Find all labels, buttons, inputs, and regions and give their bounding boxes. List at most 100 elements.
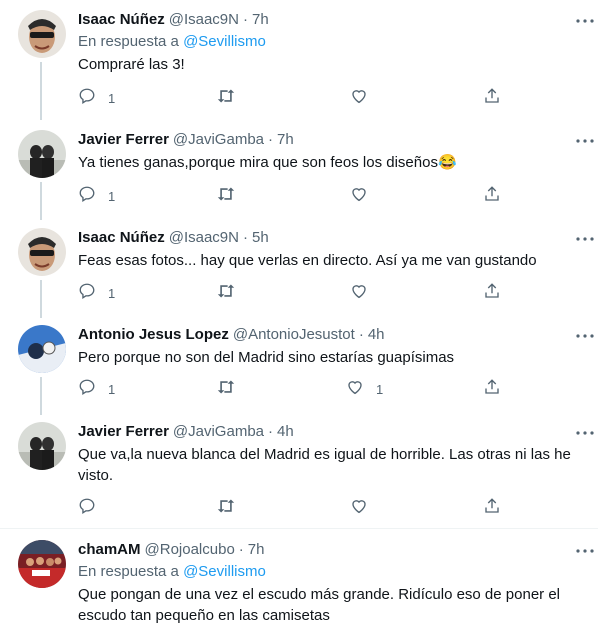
more-icon[interactable] xyxy=(576,132,594,150)
reply-context-label: En respuesta a xyxy=(78,33,184,50)
share-icon xyxy=(483,87,501,110)
like-button[interactable] xyxy=(350,88,380,108)
like-icon xyxy=(350,185,368,208)
reply-icon xyxy=(78,497,96,520)
reply-context: En respuesta a @Sevillismo xyxy=(78,32,584,52)
reply-button[interactable]: 1 xyxy=(78,88,115,108)
retweet-button[interactable] xyxy=(216,88,236,108)
action-bar xyxy=(78,497,518,520)
timestamp[interactable]: 7h xyxy=(252,10,269,30)
divider xyxy=(0,528,598,529)
reply-icon xyxy=(78,378,96,401)
action-bar: 1 xyxy=(78,87,518,110)
more-icon[interactable] xyxy=(576,327,594,345)
avatar[interactable] xyxy=(18,540,66,588)
share-button[interactable] xyxy=(483,378,501,401)
author-name[interactable]: Antonio Jesus Lopez xyxy=(78,325,229,345)
avatar[interactable] xyxy=(18,325,66,373)
separator-dot: · xyxy=(268,423,273,440)
avatar[interactable] xyxy=(18,10,66,58)
author-name[interactable]: Isaac Núñez xyxy=(78,10,165,30)
tweet[interactable]: Javier Ferrer @JaviGamba · 4h Que va,la … xyxy=(0,422,598,522)
tweet[interactable]: Antonio Jesus Lopez @AntonioJesustot · 4… xyxy=(0,325,598,410)
avatar[interactable] xyxy=(18,422,66,470)
reply-mention-link[interactable]: @Sevillismo xyxy=(183,33,266,50)
share-button[interactable] xyxy=(483,185,501,208)
author-handle[interactable]: @JaviGamba xyxy=(173,422,264,442)
reply-icon xyxy=(78,185,96,208)
more-icon[interactable] xyxy=(576,424,594,442)
author-name[interactable]: Javier Ferrer xyxy=(78,422,169,442)
action-bar: 1 xyxy=(78,185,518,208)
tweet-text: Que va,la nueva blanca del Madrid es igu… xyxy=(78,446,571,484)
more-icon[interactable] xyxy=(576,542,594,560)
author-handle[interactable]: @AntonioJesustot xyxy=(233,325,355,345)
author-handle[interactable]: @Isaac9N xyxy=(169,228,239,248)
share-icon xyxy=(483,378,501,401)
avatar[interactable] xyxy=(18,130,66,178)
reply-button[interactable]: 1 xyxy=(78,186,115,206)
reply-context: En respuesta a @Sevillismo xyxy=(78,562,584,582)
retweet-button[interactable] xyxy=(216,186,236,206)
timestamp[interactable]: 5h xyxy=(252,228,269,248)
timestamp[interactable]: 4h xyxy=(368,325,385,345)
tweet[interactable]: Javier Ferrer @JaviGamba · 7h Ya tienes … xyxy=(0,130,598,215)
share-button[interactable] xyxy=(483,87,501,110)
retweet-button[interactable] xyxy=(216,379,236,399)
like-icon xyxy=(350,497,368,520)
tweet-text: Compraré las 3! xyxy=(78,56,185,73)
separator-dot: · xyxy=(242,229,248,246)
reply-count: 1 xyxy=(108,381,116,397)
share-icon xyxy=(483,282,501,305)
reply-context-label: En respuesta a xyxy=(78,563,184,580)
share-icon xyxy=(483,497,501,520)
timestamp[interactable]: 7h xyxy=(277,130,294,150)
like-button[interactable]: 1 xyxy=(346,379,383,399)
like-button[interactable] xyxy=(350,186,380,206)
author-handle[interactable]: @Isaac9N xyxy=(169,10,239,30)
tweet-text: Feas esas fotos... hay que verlas en dir… xyxy=(78,252,537,269)
more-icon[interactable] xyxy=(576,12,594,30)
tweet-text: Pero porque no son del Madrid sino estar… xyxy=(78,349,455,366)
like-button[interactable] xyxy=(350,283,380,303)
action-bar: 1 xyxy=(78,282,518,305)
like-button[interactable] xyxy=(350,498,380,518)
share-icon xyxy=(483,185,501,208)
retweet-icon xyxy=(216,497,236,520)
reply-icon xyxy=(78,282,96,305)
separator-dot: · xyxy=(238,541,244,558)
reply-count: 1 xyxy=(108,285,116,301)
timestamp[interactable]: 7h xyxy=(248,540,265,560)
reply-icon xyxy=(78,87,96,110)
separator-dot: · xyxy=(268,131,273,148)
more-icon[interactable] xyxy=(576,230,594,248)
retweet-button[interactable] xyxy=(216,498,236,518)
avatar[interactable] xyxy=(18,228,66,276)
tweet[interactable]: chamAM @Rojoalcubo · 7h En respuesta a @… xyxy=(0,540,598,637)
author-name[interactable]: Javier Ferrer xyxy=(78,130,169,150)
retweet-icon xyxy=(216,282,236,305)
like-icon xyxy=(350,282,368,305)
author-handle[interactable]: @Rojoalcubo xyxy=(145,540,235,560)
tweet[interactable]: Isaac Núñez @Isaac9N · 5h Feas esas foto… xyxy=(0,228,598,313)
retweet-button[interactable] xyxy=(216,283,236,303)
action-bar: 1 1 xyxy=(78,378,518,401)
tweet-text: Ya tienes ganas,porque mira que son feos… xyxy=(78,154,457,171)
share-button[interactable] xyxy=(483,282,501,305)
timestamp[interactable]: 4h xyxy=(277,422,294,442)
reply-count: 1 xyxy=(108,188,116,204)
tweet[interactable]: Isaac Núñez @Isaac9N · 7h En respuesta a… xyxy=(0,10,598,115)
author-handle[interactable]: @JaviGamba xyxy=(173,130,264,150)
reply-button[interactable] xyxy=(78,498,108,518)
retweet-icon xyxy=(216,185,236,208)
retweet-icon xyxy=(216,87,236,110)
reply-button[interactable]: 1 xyxy=(78,379,115,399)
author-name[interactable]: Isaac Núñez xyxy=(78,228,165,248)
reply-button[interactable]: 1 xyxy=(78,283,115,303)
retweet-icon xyxy=(216,378,236,401)
reply-count: 1 xyxy=(108,90,116,106)
reply-mention-link[interactable]: @Sevillismo xyxy=(183,563,266,580)
share-button[interactable] xyxy=(483,497,501,520)
like-count: 1 xyxy=(376,381,384,397)
author-name[interactable]: chamAM xyxy=(78,540,141,560)
